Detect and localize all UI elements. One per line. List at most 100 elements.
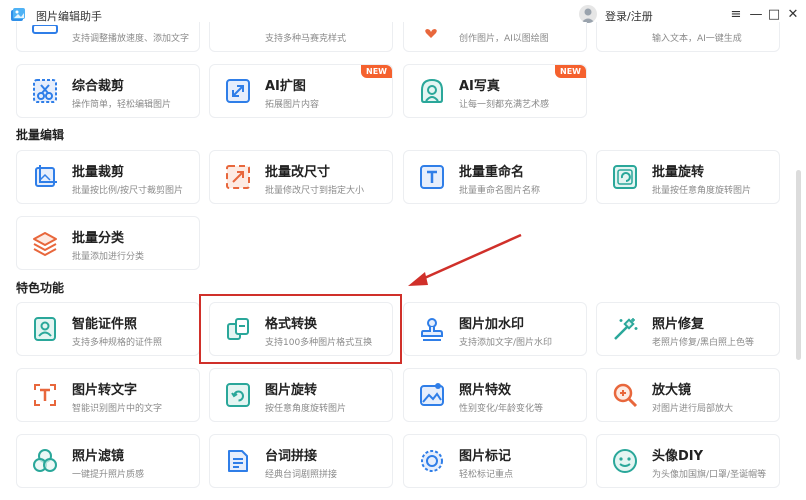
tool-card-id-photo[interactable]: 智能证件照 支持多种规格的证件照 <box>16 302 200 356</box>
card-desc: 批量修改尺寸到指定大小 <box>265 186 365 196</box>
card-desc: 经典台词剧照拼接 <box>265 470 338 480</box>
portrait-icon <box>421 78 443 103</box>
tool-card-batch-classify[interactable]: 批量分类 批量添加进行分类 <box>16 216 200 270</box>
card-title: 批量分类 <box>72 231 125 246</box>
card-desc: 性别变化/年龄变化等 <box>459 404 544 414</box>
id-photo-icon <box>34 317 56 341</box>
avatar[interactable] <box>579 5 597 23</box>
rotate-icon <box>226 383 250 407</box>
tool-card-batch-rotate[interactable]: 批量旋转 批量按任意角度旋转图片 <box>596 150 780 204</box>
card-desc: 一键提升照片质感 <box>72 470 145 480</box>
maximize-button[interactable]: □ <box>766 6 782 22</box>
card-title: 智能证件照 <box>72 317 138 332</box>
new-badge: NEW <box>555 65 586 78</box>
video-icon <box>32 25 58 34</box>
card-desc: 支持添加文字/图片水印 <box>459 338 553 348</box>
card-title: 综合裁剪 <box>72 79 125 94</box>
card-title: 放大镜 <box>652 383 692 398</box>
main-content[interactable]: 支持调整播放速度、添加文字 支持多种马赛克样式 创作图片，AI以图绘图 输入文本… <box>0 22 796 500</box>
card-title: 图片标记 <box>459 449 512 464</box>
face-icon <box>613 449 637 473</box>
card-title: 批量改尺寸 <box>265 165 331 180</box>
app-logo-icon <box>11 8 25 21</box>
card-title: 批量重命名 <box>459 165 525 180</box>
user-icon <box>581 8 595 23</box>
stamp-icon <box>421 318 443 341</box>
card-title: AI写真 <box>459 79 500 94</box>
text-recognition-icon <box>34 384 56 406</box>
card-title: 头像DIY <box>652 449 704 464</box>
section-title-features: 特色功能 <box>16 281 65 295</box>
card-desc: 拓展图片内容 <box>265 100 320 110</box>
card-title: 图片加水印 <box>459 317 525 332</box>
scrollbar[interactable] <box>796 170 801 360</box>
batch-crop-icon <box>35 165 57 187</box>
card-desc: 智能识别图片中的文字 <box>72 404 163 414</box>
tool-card-avatar-diy[interactable]: 头像DIY 为头像加国旗/口罩/圣诞帽等 <box>596 434 780 488</box>
tool-card[interactable]: 支持调整播放速度、添加文字 <box>16 22 200 52</box>
tool-card-caption-stitch[interactable]: 台词拼接 经典台词剧照拼接 <box>209 434 393 488</box>
tool-card[interactable]: 输入文本，AI一键生成 <box>596 22 780 52</box>
card-title: 照片特效 <box>459 383 512 398</box>
card-desc: 支持调整播放速度、添加文字 <box>72 34 190 44</box>
card-title: 台词拼接 <box>265 449 318 464</box>
card-title: AI扩图 <box>265 79 306 94</box>
expand-icon <box>226 79 250 103</box>
tool-card-image-mark[interactable]: 图片标记 轻松标记重点 <box>403 434 587 488</box>
tool-card-ai-portrait[interactable]: AI写真 让每一刻都充满艺术感 NEW <box>403 64 587 118</box>
card-title: 照片滤镜 <box>72 449 125 464</box>
new-badge: NEW <box>361 65 392 78</box>
tool-card-magnifier[interactable]: 放大镜 对图片进行局部放大 <box>596 368 780 422</box>
card-desc: 支持多种马赛克样式 <box>265 34 347 44</box>
batch-resize-icon <box>226 165 250 189</box>
section-title-batch: 批量编辑 <box>16 128 65 142</box>
card-desc: 为头像加国旗/口罩/圣诞帽等 <box>652 470 767 480</box>
tool-card-crop[interactable]: 综合裁剪 操作简单，轻松编辑图片 <box>16 64 200 118</box>
magic-wand-icon <box>614 318 638 340</box>
heart-icon <box>425 29 437 38</box>
batch-rotate-icon <box>613 165 637 189</box>
filter-icon <box>33 449 57 472</box>
document-icon <box>228 450 248 472</box>
batch-rename-icon <box>420 165 444 189</box>
card-desc: 批量添加进行分类 <box>72 252 145 262</box>
card-title: 批量旋转 <box>652 165 705 180</box>
card-desc: 批量按比例/按尺寸裁剪图片 <box>72 186 184 196</box>
tool-card[interactable]: 创作图片，AI以图绘图 <box>403 22 587 52</box>
mark-icon <box>421 450 443 472</box>
card-desc: 对图片进行局部放大 <box>652 404 734 414</box>
crop-icon <box>33 79 57 103</box>
tool-card-batch-crop[interactable]: 批量裁剪 批量按比例/按尺寸裁剪图片 <box>16 150 200 204</box>
card-title: 图片转文字 <box>72 383 138 398</box>
magnifier-icon <box>613 383 638 408</box>
tool-card-batch-resize[interactable]: 批量改尺寸 批量修改尺寸到指定大小 <box>209 150 393 204</box>
tool-card-photo-effect[interactable]: 照片特效 性别变化/年龄变化等 <box>403 368 587 422</box>
card-desc: 支持多种规格的证件照 <box>72 338 163 348</box>
card-desc: 老照片修复/黑白照上色等 <box>652 338 755 348</box>
highlight-box <box>199 294 402 364</box>
minimize-button[interactable]: — <box>748 6 764 22</box>
card-desc: 按任意角度旋转图片 <box>265 404 347 414</box>
menu-icon[interactable]: ≡ <box>728 6 744 22</box>
card-title: 照片修复 <box>652 317 705 332</box>
card-desc: 批量重命名图片名称 <box>459 186 541 196</box>
tool-card[interactable]: 支持多种马赛克样式 <box>209 22 393 52</box>
tool-card-rotate[interactable]: 图片旋转 按任意角度旋转图片 <box>209 368 393 422</box>
tool-card-ocr[interactable]: 图片转文字 智能识别图片中的文字 <box>16 368 200 422</box>
layers-icon <box>33 232 57 257</box>
tool-card-batch-rename[interactable]: 批量重命名 批量重命名图片名称 <box>403 150 587 204</box>
tool-card-photo-repair[interactable]: 照片修复 老照片修复/黑白照上色等 <box>596 302 780 356</box>
tool-card-watermark[interactable]: 图片加水印 支持添加文字/图片水印 <box>403 302 587 356</box>
card-desc: 让每一刻都充满艺术感 <box>459 100 550 110</box>
close-button[interactable]: ✕ <box>785 6 801 22</box>
card-desc: 操作简单，轻松编辑图片 <box>72 100 172 110</box>
card-desc: 输入文本，AI一键生成 <box>652 34 742 44</box>
card-desc: 批量按任意角度旋转图片 <box>652 186 752 196</box>
card-desc: 创作图片，AI以图绘图 <box>459 34 549 44</box>
card-title: 图片旋转 <box>265 383 318 398</box>
tool-card-filter[interactable]: 照片滤镜 一键提升照片质感 <box>16 434 200 488</box>
card-title: 批量裁剪 <box>72 165 125 180</box>
card-desc: 轻松标记重点 <box>459 470 514 480</box>
image-effect-icon <box>420 383 444 406</box>
tool-card-ai-expand[interactable]: AI扩图 拓展图片内容 NEW <box>209 64 393 118</box>
